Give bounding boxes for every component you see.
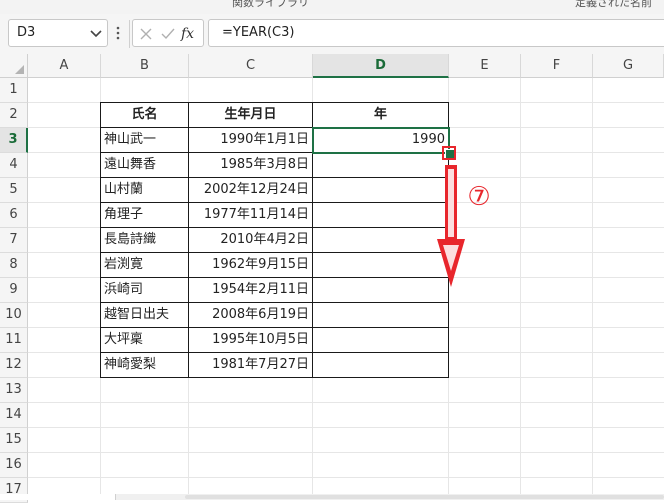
row-header-1[interactable]: 1 xyxy=(0,78,28,103)
cell-birthdate[interactable]: 2010年4月2日 xyxy=(189,228,313,253)
gridline xyxy=(592,78,593,494)
table-header-birthdate[interactable]: 生年月日 xyxy=(189,103,313,128)
row-header-14[interactable]: 14 xyxy=(0,403,28,428)
cancel-icon[interactable] xyxy=(137,25,155,43)
column-header-e[interactable]: E xyxy=(449,54,521,78)
cell-birthdate[interactable]: 2008年6月19日 xyxy=(189,303,313,328)
cell-name[interactable]: 越智日出夫 xyxy=(101,303,189,328)
row-header-16[interactable]: 16 xyxy=(0,453,28,478)
cell-name[interactable]: 大坪稟 xyxy=(101,328,189,353)
cell-birthdate[interactable]: 1990年1月1日 xyxy=(189,128,313,153)
ribbon-strip: 関数ライブラリ 定義された名前 xyxy=(0,0,664,15)
gridline xyxy=(28,427,664,428)
column-header-a[interactable]: A xyxy=(28,54,101,78)
formula-bar: D3 fx =YEAR(C3) xyxy=(0,14,664,54)
row-header-8[interactable]: 8 xyxy=(0,253,28,278)
row-header-13[interactable]: 13 xyxy=(0,378,28,403)
table-header-name[interactable]: 氏名 xyxy=(101,103,189,128)
ribbon-group-label-function-library: 関数ライブラリ xyxy=(232,0,309,9)
row-header-2[interactable]: 2 xyxy=(0,103,28,128)
cell-name[interactable]: 遠山舞香 xyxy=(101,153,189,178)
cell-name[interactable]: 山村蘭 xyxy=(101,178,189,203)
cell-year[interactable] xyxy=(313,278,449,303)
cell-birthdate[interactable]: 1962年9月15日 xyxy=(189,253,313,278)
formula-bar-separator xyxy=(129,20,130,48)
gridline xyxy=(520,78,521,494)
cell-birthdate[interactable]: 1954年2月11日 xyxy=(189,278,313,303)
row-header-10[interactable]: 10 xyxy=(0,303,28,328)
gridline xyxy=(28,402,664,403)
cell-year[interactable] xyxy=(313,353,449,378)
formula-input[interactable]: =YEAR(C3) xyxy=(208,19,664,47)
column-header-f[interactable]: F xyxy=(521,54,593,78)
cell-year[interactable] xyxy=(313,178,449,203)
column-header-b[interactable]: B xyxy=(101,54,189,78)
select-all-corner[interactable] xyxy=(0,54,28,78)
cell-birthdate[interactable]: 1985年3月8日 xyxy=(189,153,313,178)
row-header-5[interactable]: 5 xyxy=(0,178,28,203)
cell-name[interactable]: 神山武一 xyxy=(101,128,189,153)
cell-year[interactable] xyxy=(313,328,449,353)
cell-birthdate[interactable]: 1977年11月14日 xyxy=(189,203,313,228)
row-header-4[interactable]: 4 xyxy=(0,153,28,178)
row-header-9[interactable]: 9 xyxy=(0,278,28,303)
cell-year[interactable] xyxy=(313,228,449,253)
insert-function-icon[interactable]: fx xyxy=(181,25,199,43)
row-header-15[interactable]: 15 xyxy=(0,428,28,453)
enter-check-icon[interactable] xyxy=(159,25,177,43)
column-header-c[interactable]: C xyxy=(189,54,313,78)
cell-name[interactable]: 岩渕寛 xyxy=(101,253,189,278)
drag-down-arrow-icon xyxy=(437,165,465,287)
fill-handle-highlight xyxy=(442,146,456,160)
row-header-3[interactable]: 3 xyxy=(0,128,28,153)
formula-input-value: =YEAR(C3) xyxy=(222,25,295,40)
cell-birthdate[interactable]: 2002年12月24日 xyxy=(189,178,313,203)
row-header-11[interactable]: 11 xyxy=(0,328,28,353)
cell-name[interactable]: 長島詩織 xyxy=(101,228,189,253)
row-header-7[interactable]: 7 xyxy=(0,228,28,253)
chevron-down-icon[interactable] xyxy=(89,24,103,42)
gridline xyxy=(28,452,664,453)
cell-year[interactable] xyxy=(313,253,449,278)
sheet-tab[interactable] xyxy=(0,494,116,500)
name-box[interactable]: D3 xyxy=(8,19,108,47)
horizontal-scrollbar[interactable] xyxy=(185,495,664,499)
cell-name[interactable]: 神崎愛梨 xyxy=(101,353,189,378)
cell-name[interactable]: 角理子 xyxy=(101,203,189,228)
cell-year[interactable] xyxy=(313,203,449,228)
worksheet-grid[interactable]: A B C D E F G 1 2 3 4 5 6 7 8 9 10 11 12… xyxy=(0,54,664,503)
formula-actions: fx xyxy=(132,19,204,47)
cell-birthdate[interactable]: 1981年7月27日 xyxy=(189,353,313,378)
cell-name[interactable]: 浜崎司 xyxy=(101,278,189,303)
cell-year[interactable] xyxy=(313,153,449,178)
row-header-12[interactable]: 12 xyxy=(0,353,28,378)
step-number-badge: ⑦ xyxy=(467,182,491,212)
column-header-d[interactable]: D xyxy=(313,54,449,78)
gridline xyxy=(28,477,664,478)
cell-birthdate[interactable]: 1995年10月5日 xyxy=(189,328,313,353)
active-cell-border xyxy=(312,127,450,154)
name-box-value: D3 xyxy=(17,25,36,40)
table-header-year[interactable]: 年 xyxy=(313,103,449,128)
ribbon-group-label-defined-names: 定義された名前 xyxy=(575,0,652,9)
column-header-g[interactable]: G xyxy=(593,54,664,78)
cell-year[interactable] xyxy=(313,303,449,328)
sheet-tab-bar xyxy=(0,494,664,500)
more-options-icon[interactable] xyxy=(114,23,122,43)
row-header-6[interactable]: 6 xyxy=(0,203,28,228)
